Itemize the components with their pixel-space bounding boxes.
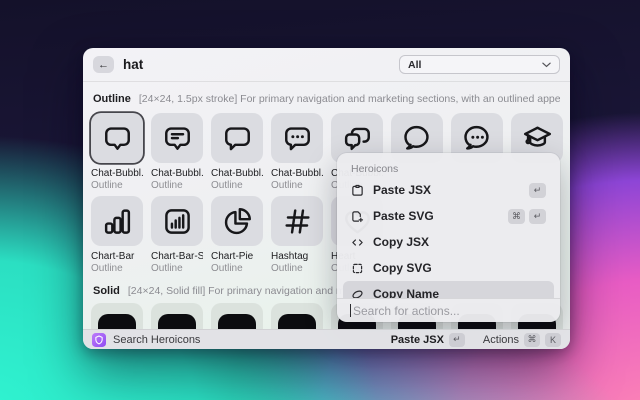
actions-menu: Heroicons Paste JSX ↵ Paste SVG ⌘ ↵ Copy JSX C… [337,153,560,322]
icon-card[interactable]: Chat-Bubbl...Outline [211,113,263,191]
menu-item-paste-svg[interactable]: Paste SVG ⌘ ↵ [343,203,554,229]
icon-style-label: Outline [271,180,323,191]
icon-name: Chart-Pie [211,251,263,262]
app-name: Search Heroicons [113,334,200,346]
solid-chat-bubble-icon [211,303,263,329]
chat-bubble-bottom-center-icon [91,113,143,163]
icon-name: Chat-Bubbl... [91,168,143,179]
status-bar: Search Heroicons Paste JSX ↵ Actions ⌘ K [83,329,570,349]
copy-name-icon [351,288,364,299]
icon-card[interactable]: HashtagOutline [271,196,323,274]
icon-style-label: Outline [211,180,263,191]
section-title: Solid [93,285,120,297]
menu-item-copy-svg[interactable]: Copy SVG [343,255,554,281]
chart-pie-icon [211,196,263,246]
icon-card[interactable]: Chat-Bubbl...Outline [151,113,203,191]
desktop-background: ← hat All Outline [24×24, 1.5px stroke] … [0,0,640,400]
icon-card[interactable] [271,303,323,329]
paste-svg-icon [351,210,364,223]
actions-search-field[interactable]: Search for actions... [337,298,560,322]
menu-item-label: Copy JSX [373,235,429,249]
cmd-key-badge: ⌘ [524,333,540,347]
menu-item-paste-jsx[interactable]: Paste JSX ↵ [343,177,554,203]
icon-name: Chat-Bubbl... [211,168,263,179]
actions-search-placeholder: Search for actions... [353,304,460,318]
actions-menu-title: Heroicons [351,162,560,177]
menu-item-label: Paste SVG [373,209,434,223]
paste-jsx-icon [351,184,364,197]
outline-section-header: Outline [24×24, 1.5px stroke] For primar… [93,93,560,107]
menu-item-copy-jsx[interactable]: Copy JSX [343,229,554,255]
back-button[interactable]: ← [93,56,114,73]
icon-style-label: Outline [211,263,263,274]
text-caret [350,304,351,317]
chat-bubble-bottom-center-text-icon [151,113,203,163]
icon-style-label: Outline [151,263,203,274]
icon-name: Chart-Bar-S... [151,251,203,262]
heroicons-logo-icon [92,333,106,347]
icon-style-label: Outline [91,263,143,274]
menu-item-copy-name[interactable]: Copy Name [343,281,554,298]
chevron-down-icon [542,62,551,68]
primary-action-button[interactable]: Paste JSX [391,334,444,346]
section-description: [24×24, 1.5px stroke] For primary naviga… [139,93,560,105]
solid-chat-bubble-icon [151,303,203,329]
icon-name: Chat-Bubbl... [151,168,203,179]
solid-chat-bubble-icon [271,303,323,329]
category-dropdown-value: All [408,59,421,71]
icon-card[interactable]: Chat-Bubbl...Outline [91,113,143,191]
icon-name: Hashtag [271,251,323,262]
actions-button[interactable]: Actions [483,334,519,346]
icon-name: Chart-Bar [91,251,143,262]
icon-card[interactable]: Chart-Bar-S...Outline [151,196,203,274]
copy-jsx-icon [351,236,364,249]
icon-card[interactable] [91,303,143,329]
icon-card[interactable]: Chart-PieOutline [211,196,263,274]
copy-svg-icon [351,262,364,275]
chart-bar-icon [91,196,143,246]
icon-card[interactable] [151,303,203,329]
hashtag-icon [271,196,323,246]
chart-bar-square-icon [151,196,203,246]
return-key-badge: ↵ [449,333,465,347]
menu-item-label: Copy Name [373,287,439,298]
shortcut-key-badge: ↵ [529,183,546,198]
icon-card[interactable]: Chart-BarOutline [91,196,143,274]
shortcut-key-badge: ↵ [529,209,546,224]
icon-style-label: Outline [91,180,143,191]
menu-item-label: Paste JSX [373,183,431,197]
menu-item-label: Copy SVG [373,261,432,275]
search-input[interactable]: hat [123,57,143,72]
icon-card[interactable]: Chat-Bubbl...Outline [271,113,323,191]
shortcut-key-badge: ⌘ [508,209,525,224]
section-title: Outline [93,93,131,105]
search-header: ← hat All [83,48,570,82]
chat-bubble-left-icon [211,113,263,163]
icon-style-label: Outline [271,263,323,274]
icon-style-label: Outline [151,180,203,191]
k-key-badge: K [545,333,561,347]
solid-chat-bubble-icon [91,303,143,329]
category-dropdown[interactable]: All [399,55,560,74]
chat-bubble-left-ellipsis-icon [271,113,323,163]
icon-name: Chat-Bubbl... [271,168,323,179]
icon-card[interactable] [211,303,263,329]
